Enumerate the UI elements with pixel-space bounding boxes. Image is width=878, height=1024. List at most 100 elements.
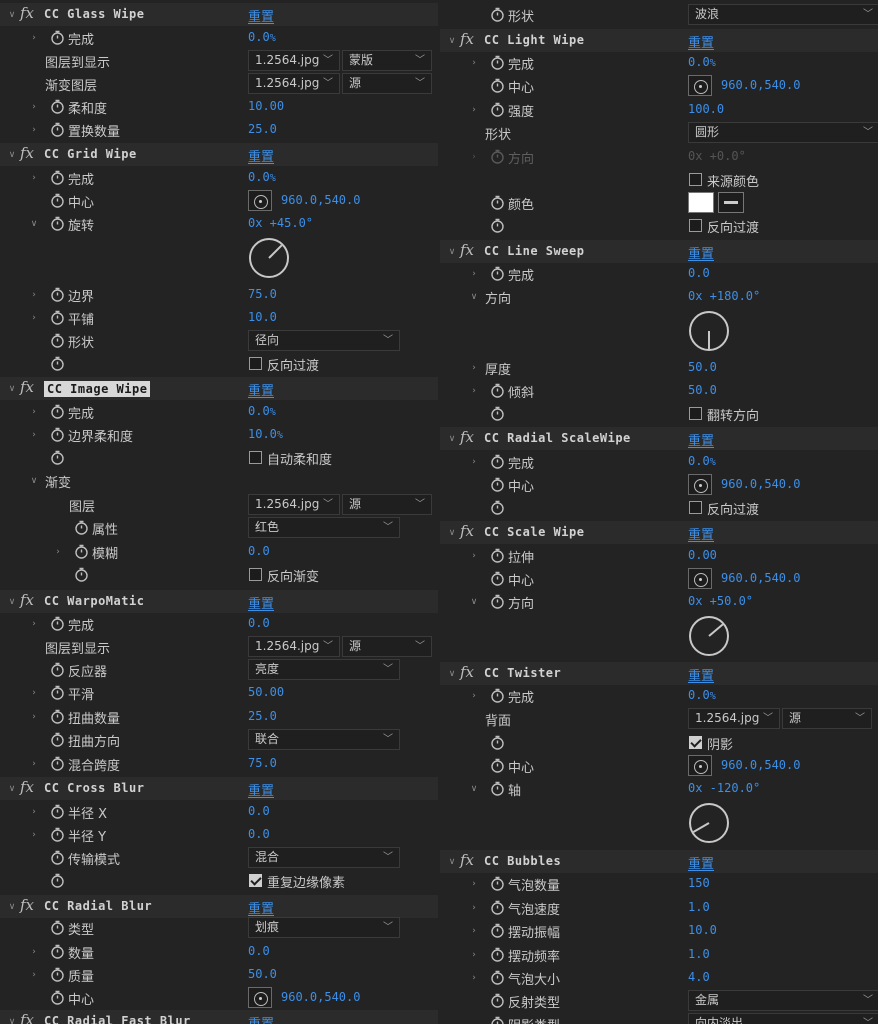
- value-text[interactable]: 150: [688, 876, 710, 890]
- property-value[interactable]: 0x +50.0°: [688, 594, 753, 608]
- expand-toggle[interactable]: ›: [28, 752, 40, 775]
- expand-toggle[interactable]: ›: [28, 283, 40, 306]
- value-text[interactable]: 0.0: [688, 55, 710, 69]
- expand-toggle[interactable]: ›: [468, 51, 480, 74]
- stopwatch-icon[interactable]: [50, 310, 65, 325]
- stopwatch-icon[interactable]: [50, 709, 65, 724]
- stopwatch-icon[interactable]: [50, 850, 65, 865]
- checkbox[interactable]: [249, 874, 262, 887]
- stopwatch-icon[interactable]: [490, 500, 505, 515]
- checkbox-label[interactable]: 翻转方向: [707, 405, 759, 424]
- stopwatch-icon[interactable]: [490, 758, 505, 773]
- property-value[interactable]: 0.0%: [248, 30, 276, 44]
- expand-toggle[interactable]: ›: [468, 544, 480, 567]
- property-value[interactable]: 75.0: [248, 287, 277, 301]
- stopwatch-icon[interactable]: [50, 920, 65, 935]
- stopwatch-icon[interactable]: [50, 732, 65, 747]
- expand-toggle[interactable]: ›: [52, 540, 64, 563]
- expand-toggle[interactable]: ›: [468, 145, 480, 168]
- collapse-effect-toggle[interactable]: ∨: [6, 3, 18, 26]
- fx-icon[interactable]: fx: [20, 591, 34, 609]
- crosshair-icon[interactable]: [688, 755, 712, 776]
- property-dropdown[interactable]: 圆形 ﹀: [688, 122, 878, 143]
- collapse-effect-toggle[interactable]: ∨: [446, 521, 458, 544]
- effect-name[interactable]: CC Cross Blur: [44, 781, 144, 795]
- property-dropdown[interactable]: 金属 ﹀: [688, 990, 878, 1011]
- property-value[interactable]: 0x +45.0°: [248, 216, 313, 230]
- checkbox[interactable]: [249, 451, 262, 464]
- point-value[interactable]: 960.0,540.0: [281, 990, 360, 1004]
- stopwatch-icon[interactable]: [490, 149, 505, 164]
- checkbox[interactable]: [249, 357, 262, 370]
- value-text[interactable]: 0.0: [248, 944, 270, 958]
- stopwatch-icon[interactable]: [50, 616, 65, 631]
- value-text[interactable]: 0x +45.0°: [248, 216, 313, 230]
- point-value[interactable]: 960.0,540.0: [281, 193, 360, 207]
- expand-toggle[interactable]: ›: [468, 356, 480, 379]
- stopwatch-icon[interactable]: [50, 944, 65, 959]
- property-value[interactable]: 0.0%: [688, 55, 716, 69]
- checkbox-label[interactable]: 反向过渡: [267, 355, 319, 374]
- property-value[interactable]: 25.0: [248, 122, 277, 136]
- value-text[interactable]: 1.0: [688, 900, 710, 914]
- point-value[interactable]: 960.0,540.0: [721, 78, 800, 92]
- color-swatch[interactable]: [688, 192, 714, 213]
- stopwatch-icon[interactable]: [50, 170, 65, 185]
- property-value[interactable]: 0.0%: [248, 170, 276, 184]
- fx-icon[interactable]: fx: [20, 4, 34, 22]
- stopwatch-icon[interactable]: [490, 55, 505, 70]
- stopwatch-icon[interactable]: [490, 218, 505, 233]
- crosshair-icon[interactable]: [248, 987, 272, 1008]
- stopwatch-icon[interactable]: [490, 876, 505, 891]
- layer-dropdown[interactable]: 1.2564.jpg ﹀: [248, 73, 340, 94]
- property-value[interactable]: 0x +0.0°: [688, 149, 746, 163]
- expand-toggle[interactable]: ›: [468, 379, 480, 402]
- value-text[interactable]: 50.0: [688, 383, 717, 397]
- property-dropdown[interactable]: 向内淡出 ﹀: [688, 1013, 878, 1024]
- fx-icon[interactable]: fx: [460, 30, 474, 48]
- reset-link[interactable]: 重置: [688, 524, 714, 543]
- collapse-effect-toggle[interactable]: ∨: [446, 29, 458, 52]
- expand-toggle[interactable]: ›: [468, 896, 480, 919]
- property-dropdown[interactable]: 划痕 ﹀: [248, 917, 400, 938]
- checkbox[interactable]: [249, 568, 262, 581]
- layer-dropdown[interactable]: 1.2564.jpg ﹀: [688, 708, 780, 729]
- stopwatch-icon[interactable]: [490, 266, 505, 281]
- property-value[interactable]: 0.0: [248, 804, 270, 818]
- property-value[interactable]: 0.0: [248, 616, 270, 630]
- value-text[interactable]: 10.00: [248, 99, 284, 113]
- value-text[interactable]: 0.0: [688, 266, 710, 280]
- effect-name[interactable]: CC Radial Blur: [44, 899, 152, 913]
- expand-toggle[interactable]: ›: [468, 262, 480, 285]
- checkbox-label[interactable]: 反向过渡: [707, 499, 759, 518]
- point-value[interactable]: 960.0,540.0: [721, 571, 800, 585]
- reset-link[interactable]: 重置: [248, 593, 274, 612]
- expanded-toggle[interactable]: ∨: [28, 212, 40, 235]
- property-value[interactable]: 50.0: [688, 360, 717, 374]
- stopwatch-icon[interactable]: [490, 383, 505, 398]
- collapse-effect-toggle[interactable]: ∨: [6, 1010, 18, 1024]
- value-text[interactable]: 0.0: [248, 616, 270, 630]
- collapse-effect-toggle[interactable]: ∨: [6, 895, 18, 918]
- expand-toggle[interactable]: ›: [468, 98, 480, 121]
- property-value[interactable]: 75.0: [248, 756, 277, 770]
- crosshair-icon[interactable]: [688, 75, 712, 96]
- expand-toggle[interactable]: ›: [28, 705, 40, 728]
- effect-name[interactable]: CC Twister: [484, 666, 561, 680]
- layer-dropdown[interactable]: 1.2564.jpg ﹀: [248, 50, 340, 71]
- expand-toggle[interactable]: ›: [468, 919, 480, 942]
- stopwatch-icon[interactable]: [490, 406, 505, 421]
- value-text[interactable]: 0.0: [248, 30, 270, 44]
- source-dropdown[interactable]: 蒙版 ﹀: [342, 50, 432, 71]
- stopwatch-icon[interactable]: [50, 122, 65, 137]
- expand-toggle[interactable]: ›: [28, 963, 40, 986]
- stopwatch-icon[interactable]: [490, 7, 505, 22]
- source-dropdown[interactable]: 源 ﹀: [342, 494, 432, 515]
- reset-link[interactable]: 重置: [248, 898, 274, 917]
- checkbox[interactable]: [689, 219, 702, 232]
- collapse-effect-toggle[interactable]: ∨: [6, 590, 18, 613]
- property-dropdown[interactable]: 亮度 ﹀: [248, 659, 400, 680]
- stopwatch-icon[interactable]: [74, 520, 89, 535]
- stopwatch-icon[interactable]: [490, 477, 505, 492]
- value-text[interactable]: 25.0: [248, 709, 277, 723]
